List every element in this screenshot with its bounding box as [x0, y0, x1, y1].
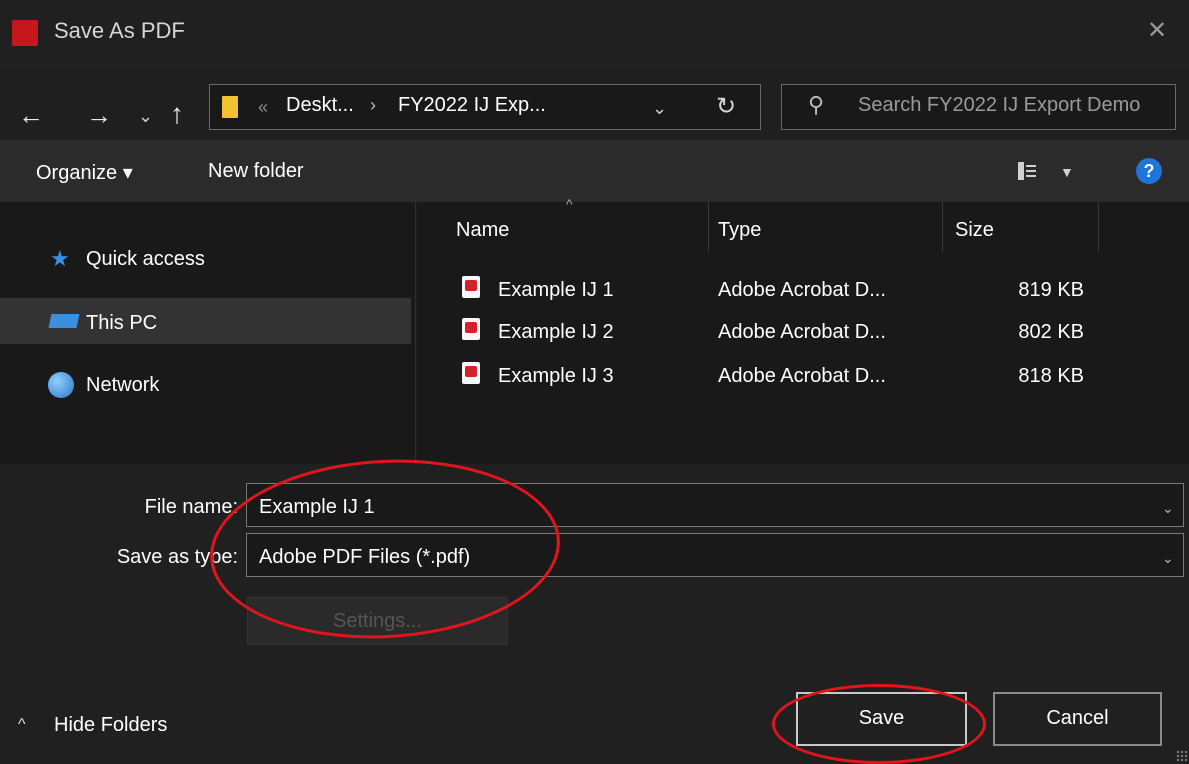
organize-menu-button[interactable]: Organize ▾: [36, 160, 133, 185]
file-name-dropdown-chevron-icon[interactable]: ⌄: [1162, 500, 1174, 517]
column-divider[interactable]: [942, 202, 943, 252]
pdf-file-icon: [462, 318, 480, 340]
save-button[interactable]: Save: [796, 692, 967, 746]
back-arrow-icon[interactable]: ←: [18, 100, 44, 131]
cancel-button[interactable]: Cancel: [993, 692, 1162, 746]
column-header-size[interactable]: Size: [955, 219, 994, 242]
file-type: Adobe Acrobat D...: [718, 279, 886, 301]
sidebar-item-quick-access[interactable]: Quick access: [86, 248, 205, 271]
breadcrumb-current-folder[interactable]: FY2022 IJ Exp...: [398, 94, 546, 117]
hide-folders-button[interactable]: Hide Folders: [54, 714, 167, 737]
breadcrumb-desktop[interactable]: Deskt...: [286, 94, 354, 117]
column-divider[interactable]: [1098, 202, 1099, 252]
breadcrumb-overflow-icon[interactable]: «: [258, 97, 268, 118]
pdf-file-icon: [462, 276, 480, 298]
search-icon: ⚲: [808, 92, 825, 117]
folder-icon: [222, 96, 238, 118]
address-dropdown-chevron-icon[interactable]: ⌄: [652, 98, 667, 119]
settings-button: Settings...: [247, 597, 508, 645]
help-icon[interactable]: ?: [1136, 158, 1162, 184]
file-type: Adobe Acrobat D...: [718, 321, 886, 343]
recent-locations-chevron-icon[interactable]: ⌄: [138, 106, 153, 127]
file-name-value[interactable]: Example IJ 1: [259, 496, 375, 519]
pdf-file-icon: [462, 362, 480, 384]
file-type: Adobe Acrobat D...: [718, 365, 886, 387]
column-header-type[interactable]: Type: [718, 219, 761, 242]
file-name[interactable]: Example IJ 3: [498, 365, 614, 388]
star-icon: ★: [50, 246, 70, 271]
new-folder-button[interactable]: New folder: [208, 160, 304, 183]
file-name-field[interactable]: [246, 483, 1184, 527]
column-divider[interactable]: [708, 202, 709, 252]
toolbar: [0, 140, 1189, 202]
file-size: 819 KB: [1018, 279, 1084, 301]
network-icon: [48, 372, 74, 398]
breadcrumb-separator-icon[interactable]: ›: [370, 95, 376, 116]
file-size: 802 KB: [1018, 321, 1084, 343]
save-type-label: Save as type:: [116, 546, 238, 568]
view-options-icon[interactable]: [1018, 162, 1036, 180]
chevron-up-icon[interactable]: ^: [18, 716, 26, 734]
sort-ascending-icon: ^: [566, 196, 573, 212]
save-type-value[interactable]: Adobe PDF Files (*.pdf): [259, 546, 470, 569]
sidebar-item-network[interactable]: Network: [86, 374, 159, 397]
up-arrow-icon[interactable]: ↑: [170, 98, 184, 130]
file-size: 818 KB: [1018, 365, 1084, 387]
file-name[interactable]: Example IJ 1: [498, 279, 614, 302]
computer-icon: [48, 314, 80, 328]
acrobat-app-icon: [12, 20, 38, 46]
window-title: Save As PDF: [54, 18, 185, 43]
close-icon[interactable]: ✕: [1147, 16, 1167, 45]
column-header-name[interactable]: Name: [456, 219, 509, 242]
search-placeholder: Search FY2022 IJ Export Demo: [858, 94, 1141, 116]
sidebar-item-label[interactable]: This PC: [86, 312, 157, 335]
file-name[interactable]: Example IJ 2: [498, 321, 614, 344]
refresh-icon[interactable]: ↻: [716, 92, 736, 121]
view-options-chevron-icon[interactable]: ▼: [1060, 164, 1074, 180]
save-type-dropdown-chevron-icon[interactable]: ⌄: [1162, 550, 1174, 567]
file-name-label: File name:: [144, 496, 238, 518]
forward-arrow-icon[interactable]: →: [86, 100, 112, 131]
resize-grip-icon[interactable]: [1176, 750, 1188, 762]
